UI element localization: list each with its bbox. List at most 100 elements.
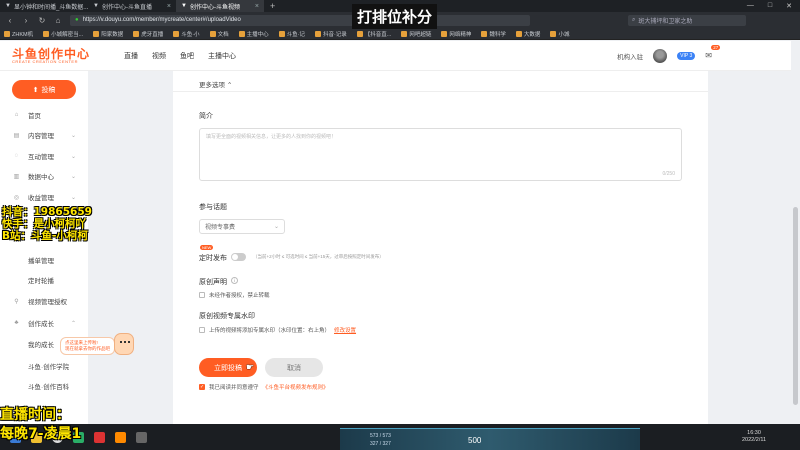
browser-search-input[interactable]: ⌕ 斑大捕坪和卫家之助 <box>628 14 746 26</box>
bookmark-item[interactable]: 魏科学 <box>481 30 506 38</box>
sidebar-sub-scheduled[interactable]: 定时轮播 <box>0 273 88 287</box>
info-icon[interactable]: i <box>231 277 238 284</box>
agree-checkbox[interactable]: ✓ <box>199 384 205 390</box>
bookmark-item[interactable]: 阳家数据 <box>93 30 123 38</box>
bookmark-icon <box>481 30 488 37</box>
watermark-settings-link[interactable]: 修改设置 <box>334 326 356 334</box>
bookmark-item[interactable]: 网络精神 <box>441 30 471 38</box>
org-entry-link[interactable]: 机构入驻 <box>617 51 643 61</box>
bookmark-icon <box>356 30 363 37</box>
avatar[interactable] <box>653 48 668 63</box>
chevron-down-icon: ⌄ <box>70 194 76 201</box>
site-header: 斗鱼创作中心 CREATE CREATION CENTER 直播 视频 鱼吧 主… <box>0 41 800 71</box>
new-tab-icon[interactable]: + <box>264 1 281 11</box>
refresh-icon[interactable]: ↻ <box>38 16 46 25</box>
nav-live[interactable]: 直播 <box>124 51 138 61</box>
minimize-icon[interactable]: — <box>747 2 754 10</box>
bookmark-item[interactable]: 大数据 <box>515 30 540 38</box>
bookmark-item[interactable]: 斗鱼·小 <box>173 30 200 38</box>
bookmark-icon <box>550 30 557 37</box>
bookmark-item[interactable]: 文档 <box>209 30 229 38</box>
intro-textarea[interactable]: 填写更全面的视频相关信息，让更多的人找到你的视频吧！ 0/250 <box>199 128 682 181</box>
upload-tooltip: 点这里来上传啦! 现在就拿去你的作品吧 <box>60 337 115 355</box>
close-icon[interactable]: × <box>167 3 171 10</box>
topic-select[interactable]: 视频专事费 ⌄ <box>199 219 285 234</box>
content-icon: ▤ <box>13 132 20 139</box>
bookmark-item[interactable]: 主播中心 <box>238 30 269 38</box>
schedule-toggle[interactable] <box>231 253 246 261</box>
key-icon: ⚲ <box>14 298 19 305</box>
message-button[interactable]: ✉ 27 <box>705 45 721 60</box>
post-button[interactable]: ⬆ 投稿 <box>12 80 76 99</box>
original-label: 原创声明 <box>199 279 227 286</box>
message-count-badge: 27 <box>711 45 721 50</box>
more-options-toggle[interactable]: 更多选项 ⌃ <box>199 79 232 89</box>
cancel-button[interactable]: 取消 <box>265 358 323 377</box>
sidebar-item-authorization[interactable]: ⚲ 视频管理授权 <box>0 294 88 308</box>
tab-favicon-icon: ▼ <box>93 3 99 9</box>
window-controls: — □ ✕ <box>747 2 800 10</box>
agree-row[interactable]: ✓ 我已阅读并同意遵守 《斗鱼平台视频发布规则》 <box>199 383 329 391</box>
app-icon[interactable] <box>115 431 126 443</box>
divider <box>173 91 708 92</box>
window-close-icon[interactable]: ✕ <box>786 2 792 10</box>
sidebar-item-growth[interactable]: ♣ 创作成长 ⌃ <box>0 316 88 330</box>
schedule-hint: （当前+2小时 ≤ 可选时间 ≤ 当前+15天，过审后按照定时间发布） <box>253 254 384 259</box>
sidebar-item-income[interactable]: ◎ 收益管理 ⌄ <box>0 190 88 204</box>
browser-tab[interactable]: ▼ 创作中心-斗鱼直播 × <box>88 0 176 12</box>
close-icon[interactable]: × <box>255 3 259 10</box>
growth-icon: ♣ <box>14 320 19 326</box>
bookmark-item[interactable]: 小城解密当... <box>43 30 83 38</box>
app-icon[interactable] <box>94 431 105 443</box>
nav-video[interactable]: 视频 <box>152 51 166 61</box>
maximize-icon[interactable]: □ <box>768 2 772 10</box>
lock-icon: ● <box>75 17 79 23</box>
home-nav-icon[interactable]: ⌂ <box>54 16 62 25</box>
bookmark-item[interactable]: 抖音·记录 <box>314 30 347 38</box>
watermark-checkbox[interactable] <box>199 327 205 333</box>
mail-icon: ✉ <box>705 51 712 60</box>
mascot-icon[interactable] <box>114 333 134 355</box>
page-scrollbar[interactable] <box>791 41 800 424</box>
bookmark-item[interactable]: 【抖音直... <box>356 30 391 38</box>
sidebar-item-content[interactable]: ▤ 内容管理 ⌄ <box>0 128 88 142</box>
social-overlay: 抖音：19865659 快手：是小柯柯吖 B站：斗鱼-小柯柯 <box>2 206 92 242</box>
chart-icon: ▥ <box>13 173 20 180</box>
bookmark-item[interactable]: ZHKM机 <box>4 30 33 38</box>
bookmark-icon <box>93 30 100 37</box>
sidebar-item-home[interactable]: ⌂ 首页 <box>0 108 88 122</box>
browser-tab-active[interactable]: ▼ 创作中心-斗鱼视频 × <box>176 0 264 12</box>
sidebar-item-interact[interactable]: ◌ 互动管理 ⌄ <box>0 149 88 163</box>
bookmark-icon <box>278 30 285 37</box>
gold-counter: 500 <box>468 436 482 445</box>
bookmark-item[interactable]: 小城 <box>550 30 569 38</box>
sidebar-sub-playlist[interactable]: 播单管理 <box>0 253 88 267</box>
back-icon[interactable]: ‹ <box>6 16 14 25</box>
browser-tab[interactable]: ▼显小钟和时间播_斗鱼数据...× <box>0 0 88 12</box>
search-icon: ⌕ <box>632 16 636 23</box>
original-checkbox-row[interactable]: 未经作者授权，禁止转载 <box>199 291 270 299</box>
logo[interactable]: 斗鱼创作中心 CREATE CREATION CENTER <box>12 48 90 64</box>
watermark-checkbox-row[interactable]: 上传的视频将添加专属水印（水印位置：右上角） 修改设置 <box>199 326 356 334</box>
bookmark-item[interactable]: 虎牙直播 <box>133 30 163 38</box>
topic-label: 参与话题 <box>199 204 227 211</box>
nav-anchor-center[interactable]: 主播中心 <box>208 51 236 61</box>
sidebar-sub-academy[interactable]: 斗鱼·创作学院 <box>0 359 88 373</box>
chevron-up-icon: ⌃ <box>70 320 76 327</box>
chevron-down-icon: ⌄ <box>70 173 76 180</box>
nav-yuba[interactable]: 鱼吧 <box>180 51 194 61</box>
bookmark-item[interactable]: 网吧超链 <box>401 30 431 38</box>
app-icon[interactable] <box>136 431 147 443</box>
url-input[interactable]: ● https://v.douyu.com/member/mycreate/ce… <box>70 14 530 26</box>
bookmark-icon <box>209 30 216 37</box>
original-checkbox[interactable] <box>199 292 205 298</box>
bookmark-item[interactable]: 斗鱼·记 <box>278 30 305 38</box>
rules-link[interactable]: 《斗鱼平台视频发布规则》 <box>263 383 329 391</box>
bookmark-icon <box>43 30 50 37</box>
sidebar-sub-wiki[interactable]: 斗鱼·创作百科 <box>0 379 88 393</box>
scrollbar-thumb[interactable] <box>793 207 798 405</box>
forward-icon[interactable]: › <box>22 16 30 25</box>
sidebar-item-data[interactable]: ▥ 数据中心 ⌄ <box>0 169 88 183</box>
intro-label: 简介 <box>199 113 213 120</box>
tab-favicon-icon: ▼ <box>5 3 11 9</box>
